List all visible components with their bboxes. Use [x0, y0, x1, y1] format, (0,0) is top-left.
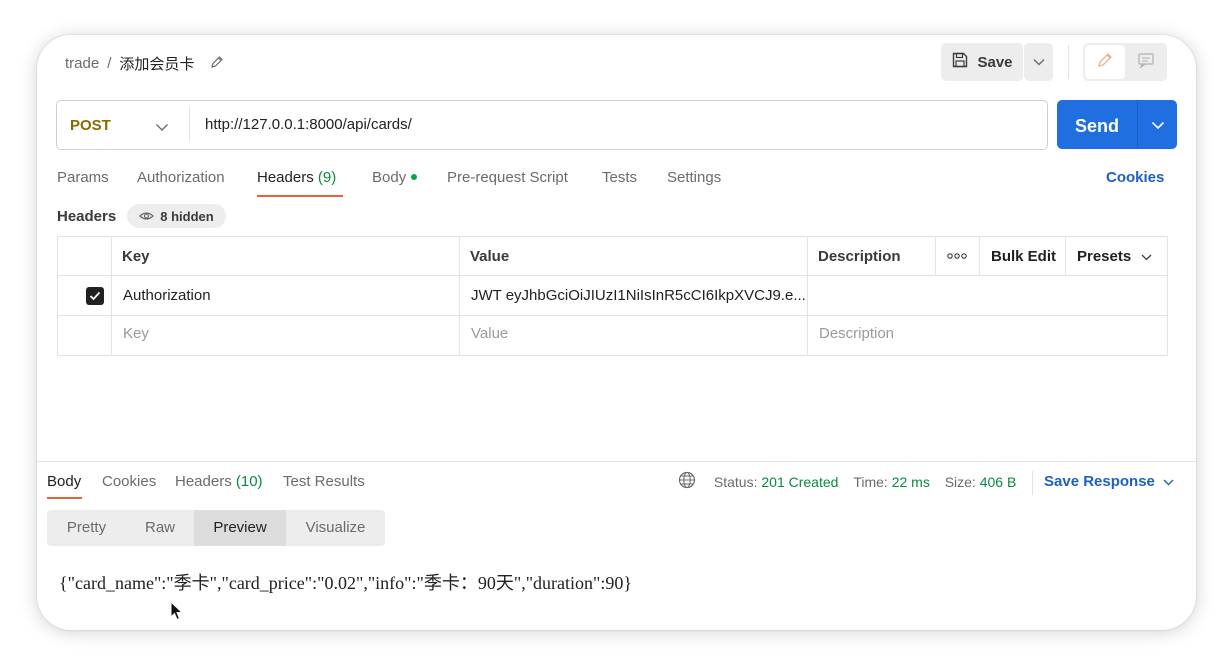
header-key-cell[interactable]: Authorization: [123, 287, 211, 304]
tab-headers-count: (9): [317, 169, 337, 186]
bulk-edit-button[interactable]: Bulk Edit: [991, 248, 1056, 265]
eye-icon: [139, 209, 155, 224]
more-options-icon[interactable]: [947, 247, 967, 264]
view-mode-selector: Pretty Raw Preview Visualize: [47, 510, 385, 546]
view-visualize[interactable]: Visualize: [286, 510, 385, 546]
header-enabled-checkbox[interactable]: [86, 287, 104, 305]
active-response-tab-indicator: [47, 497, 82, 499]
headers-section-label: Headers: [57, 208, 117, 225]
edit-name-icon[interactable]: [210, 55, 224, 73]
view-pretty[interactable]: Pretty: [47, 510, 126, 546]
response-tab-headers-label: Headers: [175, 473, 232, 490]
tab-body-label: Body: [372, 169, 407, 186]
save-options-button[interactable]: [1024, 43, 1053, 81]
active-tab-indicator: [257, 195, 343, 197]
send-divider: [1137, 100, 1138, 149]
status-label: Status:: [713, 474, 758, 491]
header-value-cell[interactable]: JWT eyJhbGciOiJIUzI1NiIsInR5cCI6IkpXVCJ9…: [471, 287, 806, 304]
presets-label: Presets: [1077, 248, 1132, 265]
comment-icon: [1137, 51, 1155, 74]
response-tab-headers[interactable]: Headers (10): [175, 473, 263, 490]
size-value[interactable]: 406 B: [980, 474, 1017, 490]
tab-params[interactable]: Params: [57, 169, 109, 186]
new-description-input[interactable]: Description: [819, 325, 894, 342]
breadcrumb-collection[interactable]: trade: [65, 55, 99, 72]
status-divider: [1032, 471, 1033, 495]
tab-pre-request-script[interactable]: Pre-request Script: [447, 169, 568, 186]
view-preview[interactable]: Preview: [194, 510, 286, 546]
presets-chevron-down-icon: [1141, 248, 1152, 265]
tab-settings[interactable]: Settings: [667, 169, 721, 186]
toolbar-divider: [1068, 45, 1069, 79]
response-tab-headers-count: (10): [235, 473, 263, 490]
status-value[interactable]: 201 Created: [761, 474, 838, 490]
time-label: Time:: [853, 474, 888, 491]
breadcrumb: trade / 添加会员卡: [65, 53, 224, 74]
hidden-headers-toggle[interactable]: 8 hidden: [127, 204, 226, 228]
body-indicator-dot: [411, 174, 418, 181]
save-label: Save: [977, 53, 1013, 71]
column-description: Description: [818, 248, 901, 265]
globe-icon[interactable]: [678, 471, 696, 492]
method-chevron-down-icon[interactable]: [155, 119, 169, 137]
url-divider: [189, 107, 190, 141]
tab-body[interactable]: Body: [372, 169, 418, 186]
postman-window: trade / 添加会员卡 Save POST http://127.0.0.1…: [37, 35, 1196, 630]
presets-button[interactable]: Presets: [1077, 248, 1152, 265]
new-value-input[interactable]: Value: [471, 325, 508, 342]
tab-headers-label: Headers: [257, 169, 314, 186]
chevron-down-icon: [1033, 53, 1045, 71]
tab-tests[interactable]: Tests: [602, 169, 637, 186]
save-response-label: Save Response: [1044, 473, 1155, 490]
column-key: Key: [122, 248, 150, 265]
url-input[interactable]: http://127.0.0.1:8000/api/cards/: [205, 116, 412, 133]
response-tab-cookies[interactable]: Cookies: [102, 473, 156, 490]
new-key-input[interactable]: Key: [123, 325, 149, 342]
save-button[interactable]: Save: [941, 43, 1023, 81]
send-button[interactable]: Send: [1075, 116, 1119, 137]
tab-authorization[interactable]: Authorization: [137, 169, 225, 186]
response-body-preview[interactable]: {"card_name":"季卡","card_price":"0.02","i…: [59, 569, 632, 595]
method-select[interactable]: POST: [70, 117, 111, 134]
request-name[interactable]: 添加会员卡: [119, 53, 194, 74]
edit-docs-button[interactable]: [1085, 45, 1125, 79]
pencil-icon: [1096, 51, 1114, 74]
size-label: Size:: [944, 474, 976, 491]
send-options-chevron-down-icon[interactable]: [1151, 117, 1165, 135]
view-raw[interactable]: Raw: [126, 510, 194, 546]
tab-headers[interactable]: Headers (9): [257, 169, 336, 186]
mouse-cursor-icon: [170, 600, 184, 626]
comments-button[interactable]: [1127, 45, 1165, 79]
response-pane-divider[interactable]: [37, 461, 1196, 462]
save-response-button[interactable]: Save Response: [1044, 473, 1174, 490]
column-value: Value: [470, 248, 510, 265]
hidden-headers-count: 8 hidden: [160, 208, 214, 224]
chevron-down-icon: [1163, 473, 1174, 490]
cookies-link[interactable]: Cookies: [1106, 169, 1164, 186]
breadcrumb-separator: /: [107, 55, 112, 72]
time-value[interactable]: 22 ms: [892, 474, 930, 490]
response-tab-test-results[interactable]: Test Results: [283, 473, 365, 490]
save-icon: [951, 51, 969, 73]
headers-table: Key Value Description Bulk Edit Presets …: [57, 236, 1168, 356]
response-meta: Status: 201 Created Time: 22 ms Size: 40…: [678, 471, 1017, 494]
response-tab-body[interactable]: Body: [47, 473, 81, 490]
